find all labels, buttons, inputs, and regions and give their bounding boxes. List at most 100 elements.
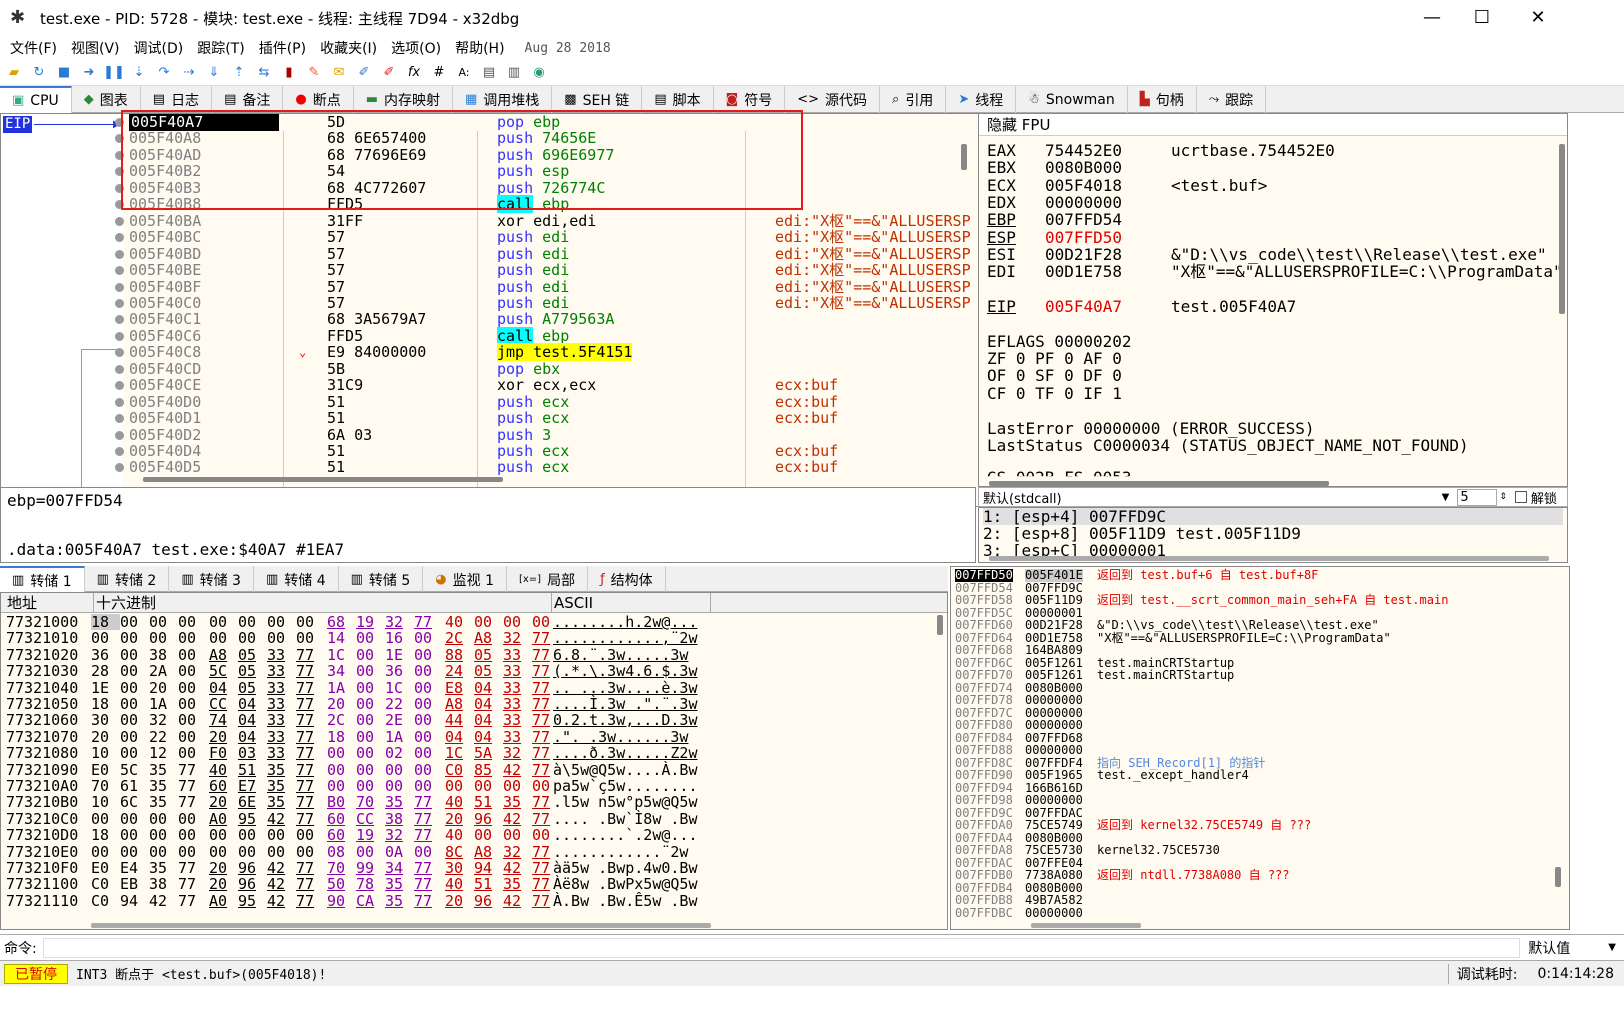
- comments-icon[interactable]: ✉: [328, 62, 350, 84]
- disasm-row[interactable]: 005F40CE 31C9 xor ecx,ecx ecx:buf: [127, 377, 987, 394]
- disasm-row[interactable]: 005F40BA 31FF xor edi,edi edi:"X枢"==&"ALLUS…: [127, 212, 987, 230]
- labels-icon[interactable]: ✐: [353, 62, 375, 84]
- stack-row[interactable]: 007FFD60 00D21F28 &"D:\\vs_code\\test\\Rel…: [951, 619, 1551, 632]
- dump-row[interactable]: 77321070 20 00 22 00 20 04 33 77 18 00 1A 00 04 04 33 77…: [1, 729, 941, 745]
- patch-icon[interactable]: ✎: [303, 62, 325, 84]
- arg-count-spinner[interactable]: 5: [1457, 488, 1498, 506]
- tab-log[interactable]: ▤ 日志: [141, 86, 213, 113]
- disassembly-hscrollbar[interactable]: [143, 477, 503, 482]
- stack-row[interactable]: 007FFD88 00000000: [951, 744, 1551, 757]
- dump-row[interactable]: 773210C0 00 00 00 00 A0 95 42 77 60 CC 38 77 20 96 42 77…: [1, 811, 941, 827]
- disasm-row[interactable]: 005F40D4 51 push ecx ecx:buf: [127, 443, 987, 460]
- calculator-icon[interactable]: ▤: [478, 62, 500, 84]
- args-hscrollbar[interactable]: [989, 556, 1549, 561]
- tab-handles[interactable]: ▙ 句柄: [1128, 86, 1197, 113]
- disasm-row[interactable]: 005F40C8 E9 84000000 jmp test.5F4151 ⌄: [127, 343, 987, 362]
- dump-hscrollbar[interactable]: [91, 923, 711, 928]
- menu-help[interactable]: 帮助(H): [455, 38, 504, 58]
- breakpoint-dot-icon[interactable]: [115, 282, 124, 292]
- register-value[interactable]: 00D21F28: [1045, 245, 1122, 264]
- dump-row[interactable]: 77321030 28 00 2A 00 5C 05 33 77 34 00 36 00 24 05 33 77…: [1, 663, 941, 679]
- register-value[interactable]: 00000000: [1045, 193, 1122, 212]
- close-button[interactable]: ✕: [1510, 0, 1566, 36]
- dump-hex[interactable]: 28 00 2A 00 5C 05 33 77 34 00 36 00 24 05 33 77: [91, 663, 563, 679]
- stack-row[interactable]: 007FFD98 00000000: [951, 794, 1551, 807]
- menu-trace[interactable]: 跟踪(T): [197, 38, 244, 58]
- breakpoint-dot-icon[interactable]: [115, 266, 124, 276]
- functions-icon[interactable]: fx: [403, 62, 425, 84]
- run-to-user-code-icon[interactable]: ⇆: [253, 62, 275, 84]
- flags-row[interactable]: ZF 0 PF 0 AF 0: [987, 350, 1122, 368]
- register-value[interactable]: 007FFD50: [1045, 228, 1122, 247]
- stack-row[interactable]: 007FFD50 005F401E 返回到 test.buf+6 自 test.bu…: [951, 569, 1551, 582]
- maximize-button[interactable]: ☐: [1454, 0, 1510, 36]
- dump-header-ascii[interactable]: ASCII: [551, 593, 711, 613]
- dump-row[interactable]: 77321080 10 00 12 00 F0 03 33 77 00 00 02 00 1C 5A 32 77…: [1, 745, 941, 761]
- dump-scrollbar[interactable]: [937, 615, 943, 635]
- menu-favourites[interactable]: 收藏夹(I): [320, 38, 377, 58]
- stack-row[interactable]: 007FFDA0 75CE5749 返回到 kernel32.75CE5749 自 …: [951, 819, 1551, 832]
- stack-arg-row[interactable]: 1: [esp+4] 007FFD9C: [983, 508, 1563, 525]
- disasm-row[interactable]: 005F40BF 57 push edi edi:"X枢"==&"ALLUSERSP: [127, 278, 987, 296]
- memory-dump-pane[interactable]: 地址 十六进制 ASCII 77321000 18 00 00 00 00 00 00 00 68…: [0, 592, 948, 930]
- dump-row[interactable]: 773210F0 E0 E4 35 77 20 96 42 77 70 99 34 77 30 94 42 77…: [1, 860, 941, 876]
- dump-row[interactable]: 773210B0 10 6C 35 77 20 6E 35 77 B0 70 35 77 40 51 35 77…: [1, 794, 941, 810]
- scylla-icon[interactable]: ▮: [278, 62, 300, 84]
- hash-icon[interactable]: #: [428, 62, 450, 84]
- registers-scrollbar[interactable]: [1559, 144, 1565, 314]
- register-value[interactable]: 005F40A7: [1045, 298, 1122, 316]
- disassembly-gutter[interactable]: [1, 114, 123, 506]
- breakpoint-dot-icon[interactable]: [115, 216, 124, 226]
- stack-row[interactable]: 007FFD90 005F1965 test._except_handler4: [951, 769, 1551, 782]
- stack-hscrollbar[interactable]: [1031, 923, 1141, 928]
- stop-icon[interactable]: ■: [53, 62, 75, 84]
- registers-hscrollbar[interactable]: [989, 481, 1329, 486]
- disk-icon[interactable]: ▥: [503, 62, 525, 84]
- dump-row[interactable]: 77321010 00 00 00 00 00 00 00 00 14 00 16 00 2C A8 32 77…: [1, 630, 941, 646]
- register-value[interactable]: 754452E0: [1045, 142, 1122, 160]
- tab-script[interactable]: ▤ 脚本: [642, 86, 714, 113]
- tab-threads[interactable]: ➤ 线程: [946, 86, 1017, 113]
- tab-cpu[interactable]: ▣ CPU: [0, 86, 72, 113]
- trace-over-icon[interactable]: ⇓: [203, 62, 225, 84]
- breakpoint-dot-icon[interactable]: [115, 364, 124, 374]
- flags-row[interactable]: CF 0 TF 0 IF 1: [987, 384, 1122, 403]
- tab-dump-2[interactable]: ▥ 转储 2: [85, 566, 170, 593]
- dump-hex[interactable]: 00 00 00 00 00 00 00 00 08 00 0A 00 8C A8 32 77: [91, 844, 563, 860]
- minimize-button[interactable]: —: [1404, 0, 1460, 36]
- restart-icon[interactable]: ↻: [28, 62, 50, 84]
- dump-row[interactable]: 77321050 18 00 1A 00 CC 04 33 77 20 00 22 00 A8 04 33 77…: [1, 696, 941, 712]
- chevron-down-icon[interactable]: ▼: [1608, 942, 1616, 953]
- tab-trace[interactable]: ⤳ 跟踪: [1197, 86, 1267, 113]
- disasm-row[interactable]: 005F40BD 57 push edi edi:"X枢"==&"ALLUSERSP: [127, 245, 987, 263]
- dump-hex[interactable]: C0 94 42 77 A0 95 42 77 90 CA 35 77 20 96 42 77: [91, 893, 563, 909]
- disasm-row[interactable]: 005F40BE 57 push edi edi:"X枢"==&"ALLUSERSP: [127, 262, 987, 279]
- dump-hex[interactable]: 18 00 00 00 00 00 00 00 68 19 32 77 40 00 00 00: [91, 614, 563, 630]
- breakpoint-dot-icon[interactable]: [115, 249, 124, 259]
- step-over-icon[interactable]: ↷: [153, 62, 175, 84]
- spinner-arrows-icon[interactable]: ⇕: [1499, 492, 1507, 502]
- dump-hex[interactable]: E0 E4 35 77 20 96 42 77 70 99 34 77 30 94 42 77: [91, 860, 563, 876]
- globe-icon[interactable]: ◉: [528, 62, 550, 84]
- breakpoint-dot-icon[interactable]: [115, 298, 124, 308]
- bookmarks-icon[interactable]: ✐: [378, 62, 400, 84]
- disasm-row[interactable]: 005F40C1 68 3A5679A7 push A779563A: [127, 311, 987, 328]
- dump-hex[interactable]: 10 6C 35 77 20 6E 35 77 B0 70 35 77 40 51 35 77: [91, 794, 563, 810]
- disasm-row[interactable]: 005F40C0 57 push edi edi:"X枢"==&"ALLUSERSP: [127, 294, 987, 312]
- tab-references[interactable]: ⌕ 引用: [880, 86, 947, 113]
- command-type-select[interactable]: 默认值: [1528, 938, 1608, 958]
- dump-row[interactable]: 77321020 36 00 38 00 A8 05 33 77 1C 00 1E 00 88 05 33 77…: [1, 647, 941, 663]
- disasm-row[interactable]: 005F40D0 51 push ecx ecx:buf: [127, 393, 987, 411]
- register-value[interactable]: 005F4018: [1045, 176, 1122, 195]
- register-value[interactable]: 0080B000: [1045, 159, 1122, 177]
- stack-row[interactable]: 007FFD68 164BA809: [951, 644, 1551, 657]
- dump-header-hex[interactable]: 十六进制: [93, 593, 156, 613]
- dump-hex[interactable]: 00 00 00 00 00 00 00 00 14 00 16 00 2C A8 32 77: [91, 630, 563, 646]
- stack-row[interactable]: 007FFDB8 49B7A582: [951, 894, 1551, 907]
- unlock-checkbox[interactable]: [1514, 491, 1527, 503]
- chevron-down-icon[interactable]: ▼: [1442, 492, 1450, 503]
- tab-graph[interactable]: ◆ 图表: [72, 86, 141, 113]
- breakpoint-dot-icon[interactable]: [115, 430, 124, 440]
- menu-view[interactable]: 视图(V): [71, 38, 120, 58]
- dump-hex[interactable]: 70 61 35 77 60 E7 35 77 00 00 00 00 00 00 00 00: [91, 778, 563, 794]
